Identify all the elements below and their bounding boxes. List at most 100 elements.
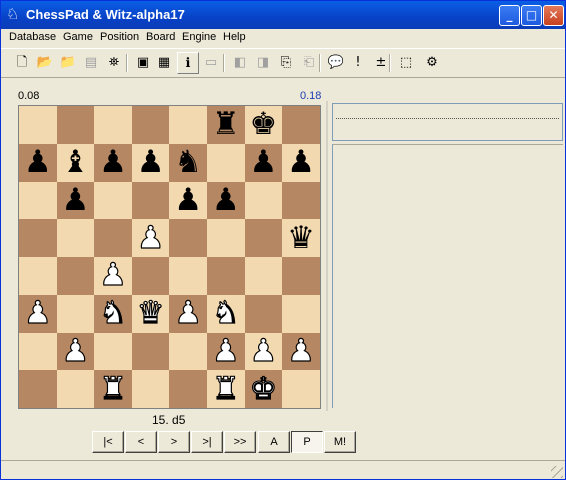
square-e3[interactable]: ♟ (169, 294, 207, 333)
square-b3[interactable] (56, 294, 95, 333)
square-h1[interactable] (282, 370, 320, 408)
white-king-icon[interactable]: ♚ (249, 373, 278, 405)
close-button[interactable]: ✕ (543, 5, 564, 26)
white-pawn-icon[interactable]: ♟ (249, 335, 278, 367)
square-h5[interactable]: ♛ (282, 219, 320, 257)
white-pawn-icon[interactable]: ♟ (61, 335, 90, 367)
comment-icon[interactable]: 💬 (325, 52, 347, 74)
square-h8[interactable] (282, 106, 320, 144)
square-a3[interactable]: ♟ (19, 294, 57, 333)
save-icon[interactable]: ▭ (200, 52, 222, 74)
black-pawn-icon[interactable]: ♟ (137, 147, 165, 178)
square-c7[interactable]: ♟ (94, 143, 132, 182)
white-knight-icon[interactable]: ♞ (211, 297, 240, 329)
square-f1[interactable]: ♜ (207, 370, 245, 408)
square-f7[interactable] (207, 143, 245, 182)
black-pawn-icon[interactable]: ♟ (99, 147, 127, 178)
white-queen-icon[interactable]: ♛ (136, 297, 165, 329)
list-icon[interactable]: ▤ (80, 52, 102, 74)
square-d7[interactable]: ♟ (131, 143, 170, 182)
minimize-button[interactable]: _ (499, 5, 520, 26)
white-pawn-icon[interactable]: ♟ (174, 297, 203, 329)
menu-board[interactable]: Board (146, 31, 175, 43)
square-d4[interactable] (131, 257, 170, 295)
mode-m-button[interactable]: M! (324, 431, 356, 453)
white-pawn-icon[interactable]: ♟ (23, 297, 52, 329)
square-f3[interactable]: ♞ (207, 294, 245, 333)
square-f2[interactable]: ♟ (207, 332, 245, 371)
chess-board[interactable]: ♜ ♚ ♟ ♝ ♟ ♟ ♞ ♟ ♟ ♟ ♟ ♟ ♟ ♛ ♟ ♟ ♞ ♛ ♟ ♞ ♟ ♟ ♟ ♟ ♜ ♜ ♚ (18, 105, 321, 409)
white-pawn-icon[interactable]: ♟ (136, 222, 165, 254)
square-d2[interactable] (131, 332, 170, 371)
first-move-button[interactable]: |< (92, 431, 124, 453)
square-b7[interactable]: ♝ (56, 143, 95, 182)
board-setup-icon[interactable]: ▦ (153, 52, 175, 74)
black-pawn-icon[interactable]: ♟ (61, 184, 89, 216)
engine-icon[interactable]: ⚙ (421, 52, 443, 74)
square-b2[interactable]: ♟ (56, 332, 95, 371)
square-h2[interactable]: ♟ (282, 332, 320, 371)
square-a7[interactable]: ♟ (19, 143, 57, 182)
game-header-panel[interactable] (332, 103, 563, 141)
square-f4[interactable] (207, 257, 245, 295)
square-g1[interactable]: ♚ (244, 370, 283, 408)
maximize-button[interactable]: □ (521, 5, 542, 26)
square-c8[interactable] (94, 106, 132, 144)
square-c2[interactable] (94, 332, 132, 371)
square-b5[interactable] (56, 219, 95, 257)
black-bishop-icon[interactable]: ♝ (61, 147, 89, 178)
square-b1[interactable] (56, 370, 95, 408)
square-g2[interactable]: ♟ (244, 332, 283, 371)
exclam-icon[interactable]: ! (347, 52, 369, 74)
prev-move-button[interactable]: < (125, 431, 157, 453)
square-g7[interactable]: ♟ (244, 143, 283, 182)
white-rook-icon[interactable]: ♜ (98, 373, 127, 405)
square-b6[interactable]: ♟ (56, 181, 95, 220)
info-icon[interactable]: ℹ (177, 52, 199, 74)
new-document-icon[interactable]: 🗋 (11, 52, 33, 74)
square-d5[interactable]: ♟ (131, 219, 170, 257)
square-f6[interactable]: ♟ (207, 181, 245, 220)
game-prev-icon[interactable]: ◧ (229, 52, 251, 74)
square-d8[interactable] (131, 106, 170, 144)
black-queen-icon[interactable]: ♛ (287, 222, 315, 254)
square-d1[interactable] (131, 370, 170, 408)
open-folder-icon[interactable]: 📂 (34, 52, 56, 74)
square-h3[interactable] (282, 294, 320, 333)
autoplay-button[interactable]: >> (224, 431, 256, 453)
resize-grip[interactable] (551, 466, 563, 478)
square-e8[interactable] (169, 106, 207, 144)
black-pawn-icon[interactable]: ♟ (249, 147, 277, 178)
notation-panel[interactable] (332, 144, 563, 408)
square-a2[interactable] (19, 332, 57, 371)
black-king-icon[interactable]: ♚ (249, 109, 277, 140)
square-g3[interactable] (244, 294, 283, 333)
mode-a-button[interactable]: A (258, 431, 290, 453)
square-g5[interactable] (244, 219, 283, 257)
square-b4[interactable] (56, 257, 95, 295)
white-knight-icon[interactable]: ♞ (98, 297, 127, 329)
square-c1[interactable]: ♜ (94, 370, 132, 408)
square-d3[interactable]: ♛ (131, 294, 170, 333)
menu-database[interactable]: Database (9, 31, 56, 43)
square-e2[interactable] (169, 332, 207, 371)
white-pawn-icon[interactable]: ♟ (98, 259, 127, 291)
black-knight-icon[interactable]: ♞ (174, 147, 202, 178)
square-e4[interactable] (169, 257, 207, 295)
square-a1[interactable] (19, 370, 57, 408)
square-h4[interactable] (282, 257, 320, 295)
square-c6[interactable] (94, 181, 132, 220)
square-f5[interactable] (207, 219, 245, 257)
black-rook-icon[interactable]: ♜ (212, 109, 240, 140)
white-rook-icon[interactable]: ♜ (211, 373, 240, 405)
square-c4[interactable]: ♟ (94, 257, 132, 295)
clipboard-icon[interactable]: ⎗ (298, 52, 320, 74)
black-pawn-icon[interactable]: ♟ (174, 184, 202, 216)
splitter[interactable] (326, 101, 328, 411)
square-e6[interactable]: ♟ (169, 181, 207, 220)
square-e5[interactable] (169, 219, 207, 257)
square-b8[interactable] (56, 106, 95, 144)
next-move-button[interactable]: > (158, 431, 190, 453)
square-c5[interactable] (94, 219, 132, 257)
last-move-button[interactable]: >| (191, 431, 223, 453)
